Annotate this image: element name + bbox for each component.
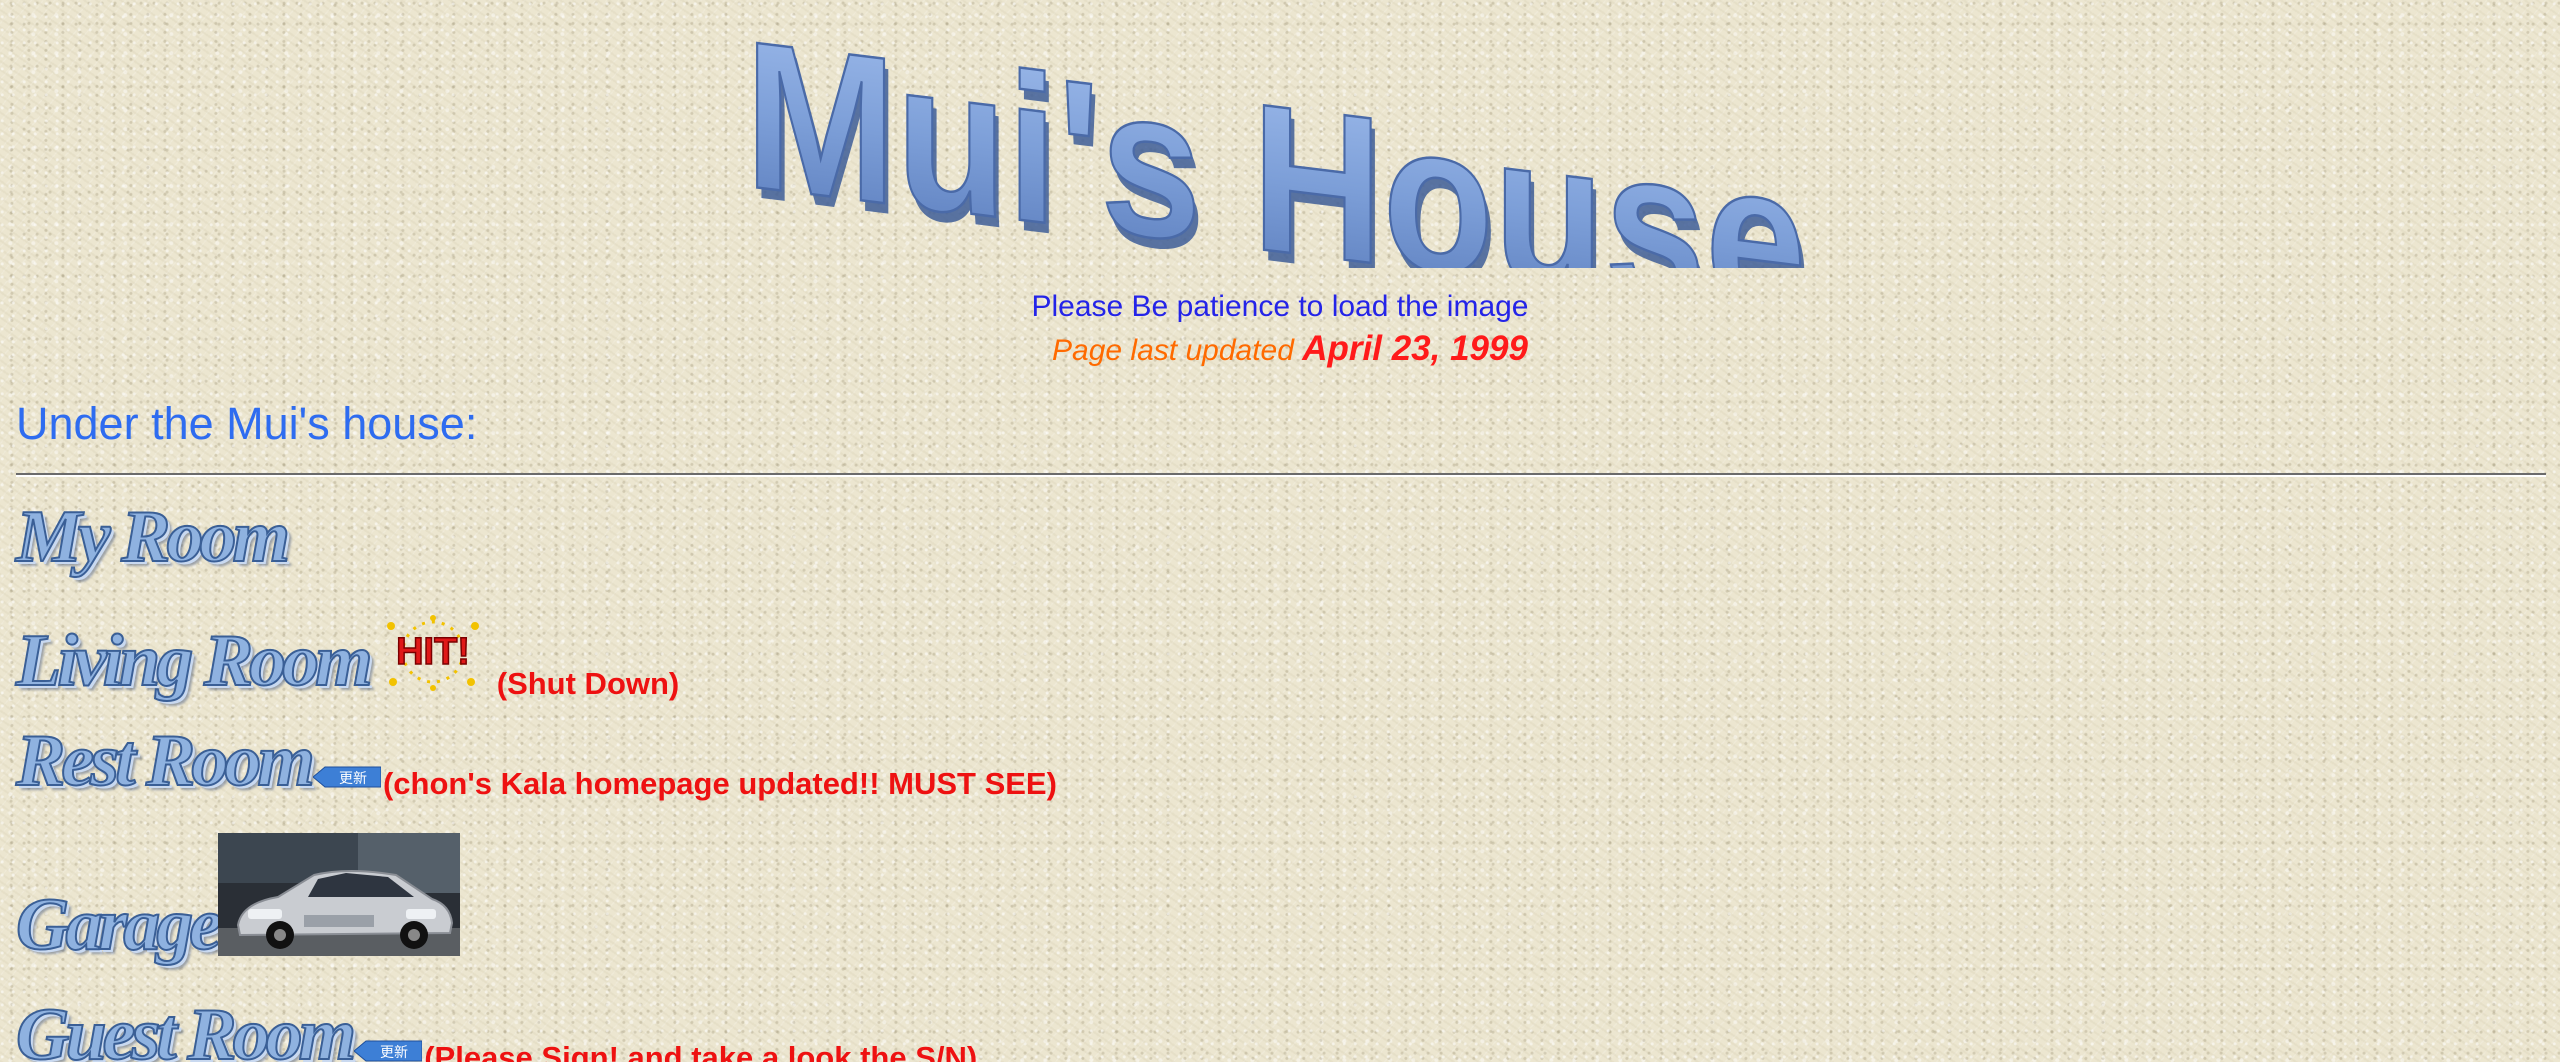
svg-text:更新: 更新 (380, 1045, 408, 1061)
logo-text: Mui's House (745, 8, 1806, 268)
room-note: (Shut Down) (496, 666, 680, 701)
room-title: My Room (15, 496, 291, 578)
room-title: Guest Room (15, 994, 357, 1062)
room-link-garage[interactable]: Garage (15, 884, 223, 966)
car-photo (218, 833, 460, 956)
svg-text:HIT!: HIT! (396, 631, 470, 673)
last-updated-date: April 23, 1999 (1302, 329, 1528, 368)
room-link-my-room[interactable]: My Room (15, 496, 291, 578)
last-updated-label: Page last updated (1052, 334, 1294, 367)
loading-notice: Please Be patience to load the image (1031, 290, 1529, 323)
svg-text:更新: 更新 (339, 771, 367, 787)
new-badge-icon: 更新 (312, 766, 382, 788)
new-badge-icon: 更新 (353, 1040, 423, 1062)
section-heading: Under the Mui's house: (16, 398, 478, 449)
room-note: (Please Sign! and take a look the S/N) (424, 1040, 978, 1062)
room-note: (chon's Kala homepage updated!! MUST SEE… (382, 766, 1057, 801)
last-updated: Page last updated April 23, 1999 (0, 329, 2560, 369)
site-logo: Mui's House Mui's House (735, 8, 1815, 268)
room-title: Garage (15, 884, 223, 966)
room-title: Living Room (15, 620, 374, 702)
horizontal-rule (16, 473, 2546, 477)
room-link-living-room[interactable]: Living Room HIT! (Shut Down) (15, 612, 679, 702)
logo-graphic: Mui's House Mui's House (744, 8, 1811, 268)
room-title: Rest Room (15, 720, 316, 802)
hit-badge-icon: HIT! (371, 612, 495, 692)
room-link-guest-room[interactable]: Guest Room 更新 (Please Sign! and take a l… (15, 994, 978, 1062)
room-link-rest-room[interactable]: Rest Room 更新 (chon's Kala homepage updat… (15, 720, 1057, 802)
